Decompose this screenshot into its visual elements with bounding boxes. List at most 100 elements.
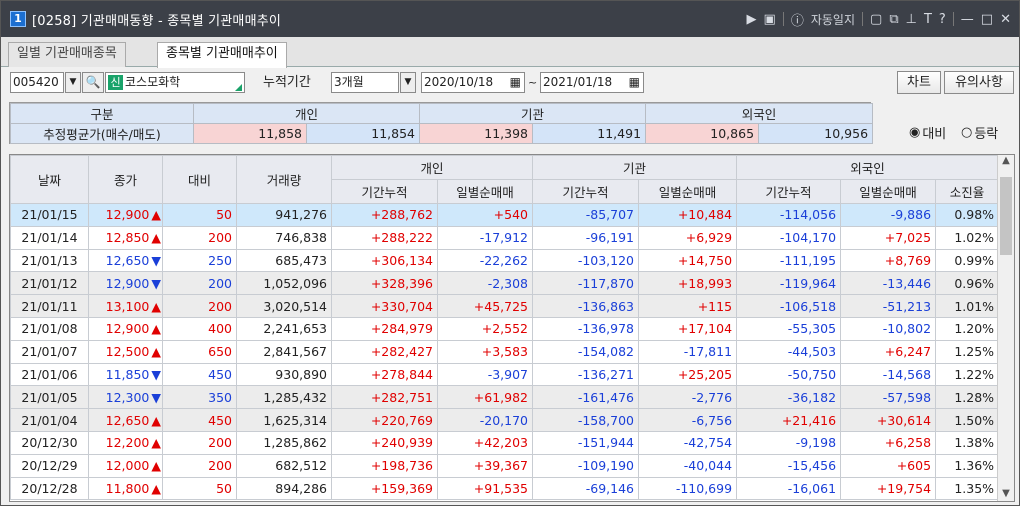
col-individual-cum[interactable]: 기간누적 <box>331 179 438 204</box>
col-individual-daily[interactable]: 일별순매매 <box>436 179 534 204</box>
chart-button[interactable]: 차트 <box>897 71 941 94</box>
up-arrow-icon: ▲ <box>151 207 161 223</box>
col-date[interactable]: 날짜 <box>10 155 89 204</box>
down-arrow-icon: ▼ <box>151 275 161 291</box>
table-row[interactable]: 20/12/29 12,000 ▲ 200 682,512 +198,736 +39,367… <box>10 453 1000 478</box>
table-row[interactable]: 21/01/04 12,650 ▲ 450 1,625,314 +220,769 -20,1… <box>10 408 1000 432</box>
cell-close: 12,650 ▲ <box>88 408 163 432</box>
date-from-input[interactable]: 2020/10/18 ▦ <box>421 72 525 93</box>
cell-date: 21/01/11 <box>10 294 89 318</box>
minimize-icon[interactable]: — <box>961 12 974 27</box>
cell-individual-cum: +330,704 <box>331 294 438 318</box>
col-change[interactable]: 대비 <box>162 155 237 204</box>
cell-close: 12,000 ▲ <box>88 453 163 478</box>
cell-foreign-daily: -14,568 <box>840 362 937 387</box>
calendar-icon[interactable]: ▦ <box>629 73 640 92</box>
col-institution-daily[interactable]: 일별순매매 <box>638 179 738 204</box>
cell-change: 450 <box>162 362 237 387</box>
up-arrow-icon: ▲ <box>151 344 161 360</box>
close-value: 11,800 <box>105 480 150 496</box>
cell-institution-daily: +18,993 <box>638 271 738 296</box>
cell-institution-cum: -136,863 <box>532 294 640 318</box>
pin-icon[interactable]: ⊥ <box>906 12 917 27</box>
tab-daily-institution[interactable]: 일별 기관매매종목 <box>8 42 126 67</box>
code-dropdown-icon[interactable]: ▼ <box>65 72 81 93</box>
radio-rate[interactable]: ○ 등락 <box>961 123 998 142</box>
layout-icon[interactable]: ▢ <box>870 12 882 27</box>
down-arrow-icon: ▼ <box>151 252 161 268</box>
cell-institution-daily: -2,776 <box>638 385 738 410</box>
close-value: 12,900 <box>105 275 150 291</box>
cell-volume: 1,052,096 <box>236 271 332 296</box>
cell-individual-cum: +288,222 <box>331 225 438 250</box>
search-icon[interactable]: 🔍 <box>82 72 104 93</box>
window-number-badge[interactable]: 1 <box>10 11 26 27</box>
col-volume[interactable]: 거래량 <box>236 155 332 204</box>
cell-foreign-cum: -55,305 <box>736 316 842 341</box>
cell-foreign-exhaust: 1.01% <box>935 294 1000 318</box>
up-arrow-icon: ▲ <box>151 321 161 337</box>
cell-individual-cum: +282,427 <box>331 339 438 364</box>
table-row[interactable]: 21/01/06 11,850 ▼ 450 930,890 +278,844 -3,907-… <box>10 362 1000 387</box>
cell-foreign-cum: -15,456 <box>736 453 842 478</box>
credit-badge: 신 <box>108 75 123 90</box>
period-dropdown-icon[interactable]: ▼ <box>400 72 416 93</box>
table-row[interactable]: 21/01/14 12,850 ▲ 200 746,838 +288,222 -17,912… <box>10 225 1000 250</box>
col-institution-cum[interactable]: 기간누적 <box>532 179 640 204</box>
cell-institution-cum: -136,271 <box>532 362 640 387</box>
scroll-thumb[interactable] <box>1000 177 1012 255</box>
auto-journal-button[interactable]: 자동일지 <box>811 11 855 28</box>
table-row[interactable]: 21/01/12 12,900 ▼ 200 1,052,096 +328,396 -2,30… <box>10 271 1000 296</box>
cell-foreign-cum: -119,964 <box>736 271 842 296</box>
table-row[interactable]: 21/01/11 13,100 ▲ 200 3,020,514 +330,704 +45,7… <box>10 294 1000 318</box>
cell-foreign-cum: -44,503 <box>736 339 842 364</box>
maximize-icon[interactable]: □ <box>981 12 993 27</box>
cell-institution-daily: +6,929 <box>638 225 738 250</box>
radio-change[interactable]: ◉ 대비 <box>909 123 946 142</box>
vertical-scrollbar[interactable]: ▲ ▼ <box>997 155 1014 501</box>
cell-change: 450 <box>162 408 237 432</box>
cell-foreign-cum: -9,198 <box>736 430 842 455</box>
col-foreign-exhaust[interactable]: 소진율 <box>935 179 1000 204</box>
col-close[interactable]: 종가 <box>88 155 163 204</box>
scroll-up-icon[interactable]: ▲ <box>998 155 1014 166</box>
info-icon[interactable]: ⓘ <box>791 10 804 29</box>
calendar-icon[interactable]: ▦ <box>510 73 521 92</box>
table-row[interactable]: 20/12/30 12,200 ▲ 200 1,285,862 +240,939 +42,2… <box>10 430 1000 455</box>
foreign-avg-buy: 10,865 <box>645 123 760 144</box>
cell-foreign-exhaust: 0.98% <box>935 203 1000 227</box>
col-foreign-cum[interactable]: 기간누적 <box>736 179 842 204</box>
col-foreign-daily[interactable]: 일별순매매 <box>840 179 937 204</box>
help-icon[interactable]: ? <box>939 12 946 27</box>
cell-institution-cum: -161,476 <box>532 385 640 410</box>
tab-stock-institution[interactable]: 종목별 기관매매추이 <box>157 42 287 68</box>
cell-foreign-daily: +6,247 <box>840 339 937 364</box>
close-value: 12,650 <box>105 252 150 268</box>
date-to-input[interactable]: 2021/01/18 ▦ <box>540 72 644 93</box>
memo-icon[interactable]: ▣ <box>764 12 776 27</box>
table-row[interactable]: 20/12/28 11,800 ▲ 50 894,286 +159,369 +91,535-… <box>10 476 1000 501</box>
cell-change: 200 <box>162 294 237 318</box>
close-icon[interactable]: ✕ <box>1000 12 1011 27</box>
font-size-icon[interactable]: T <box>924 12 932 27</box>
notes-button[interactable]: 유의사항 <box>944 71 1014 94</box>
up-arrow-icon: ▲ <box>151 458 161 474</box>
table-row[interactable]: 21/01/15 12,900 ▲ 50 941,276 +288,762 +540 -85,… <box>10 203 1000 227</box>
cell-individual-cum: +220,769 <box>331 408 438 432</box>
table-row[interactable]: 21/01/05 12,300 ▼ 350 1,285,432 +282,751 +61,9… <box>10 385 1000 410</box>
cell-volume: 930,890 <box>236 362 332 387</box>
cell-change: 350 <box>162 385 237 410</box>
cell-institution-daily: -17,811 <box>638 339 738 364</box>
institution-avg-sell: 11,491 <box>532 123 647 144</box>
period-select[interactable]: 3개월 <box>331 72 399 93</box>
stock-code-input[interactable]: 005420 <box>10 72 64 93</box>
play-icon[interactable]: ▶ <box>747 12 757 27</box>
copy-window-icon[interactable]: ⧉ <box>889 12 898 27</box>
table-row[interactable]: 21/01/13 12,650 ▼ 250 685,473 +306,134 -22,262… <box>10 248 1000 273</box>
scroll-down-icon[interactable]: ▼ <box>998 488 1014 499</box>
table-row[interactable]: 21/01/07 12,500 ▲ 650 2,841,567 +282,427 +3,58… <box>10 339 1000 364</box>
cell-institution-cum: -85,707 <box>532 203 640 227</box>
summary-header-individual: 개인 <box>192 103 421 124</box>
cell-close: 11,800 ▲ <box>88 476 163 501</box>
table-row[interactable]: 21/01/08 12,900 ▲ 400 2,241,653 +284,979 +2,55… <box>10 316 1000 341</box>
